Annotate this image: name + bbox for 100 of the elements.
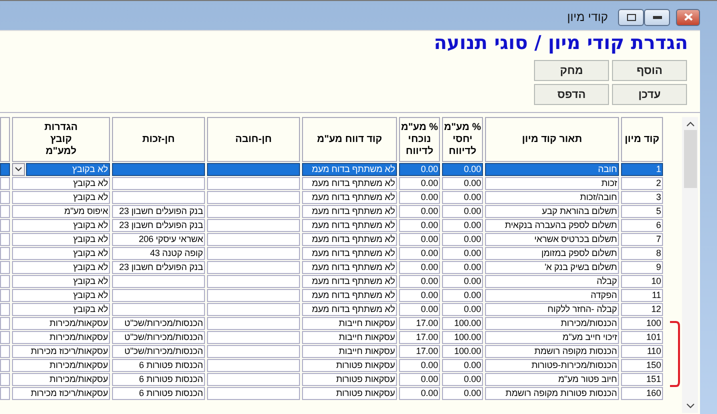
- table-cell[interactable]: [0, 233, 10, 246]
- table-cell[interactable]: לא משתתף בדוח מעמ: [302, 261, 397, 274]
- table-cell[interactable]: [207, 247, 300, 260]
- table-cell[interactable]: [0, 345, 10, 358]
- table-cell[interactable]: [207, 233, 300, 246]
- table-cell[interactable]: 0.00: [399, 177, 440, 190]
- scroll-down-icon[interactable]: [686, 403, 694, 409]
- table-cell[interactable]: [0, 261, 10, 274]
- table-cell[interactable]: 0.00: [442, 261, 483, 274]
- table-cell[interactable]: [112, 275, 205, 288]
- table-cell[interactable]: הכנסות פטורות 6: [112, 387, 205, 400]
- table-cell[interactable]: [207, 373, 300, 386]
- table-cell[interactable]: בנק הפועלים חשבון 23: [112, 205, 205, 218]
- table-cell[interactable]: 11: [621, 289, 663, 302]
- table-cell[interactable]: תשלום לספק בהעברה בנקאית: [485, 219, 619, 232]
- table-cell[interactable]: לא בקובץ: [12, 303, 110, 316]
- table-cell[interactable]: [207, 289, 300, 302]
- table-cell[interactable]: לא בקובץ: [12, 247, 110, 260]
- table-cell[interactable]: הפקדה: [485, 289, 619, 302]
- table-cell[interactable]: [207, 331, 300, 344]
- table-cell[interactable]: לא בקובץ: [12, 289, 110, 302]
- dropdown-field[interactable]: לא בקובץ: [26, 163, 110, 176]
- table-cell[interactable]: הכנסות/מכירות: [485, 317, 619, 330]
- table-cell[interactable]: עסקאות/ריכוז מכירות: [12, 345, 110, 358]
- table-cell[interactable]: חובה: [485, 163, 619, 176]
- table-cell[interactable]: 110: [621, 345, 663, 358]
- table-cell[interactable]: 9: [621, 261, 663, 274]
- table-cell[interactable]: 0.00: [399, 303, 440, 316]
- table-cell[interactable]: 0.00: [399, 359, 440, 372]
- table-cell[interactable]: 150: [621, 359, 663, 372]
- table-cell[interactable]: הכנסות פטורות 6: [112, 373, 205, 386]
- table-cell[interactable]: לא משתתף בדוח מעמ: [302, 275, 397, 288]
- column-header[interactable]: תאור קוד מיון: [485, 117, 619, 162]
- table-cell[interactable]: 0.00: [399, 191, 440, 204]
- scrollbar-thumb[interactable]: [684, 130, 696, 188]
- table-cell[interactable]: 0.00: [399, 205, 440, 218]
- table-cell[interactable]: 0.00: [442, 373, 483, 386]
- table-cell[interactable]: [207, 345, 300, 358]
- table-cell[interactable]: לא משתתף בדוח מעמ: [302, 205, 397, 218]
- table-cell[interactable]: לא משתתף בדוח מעמ: [302, 163, 397, 176]
- table-cell[interactable]: [112, 191, 205, 204]
- table-cell[interactable]: עסקאות/מכירות: [12, 317, 110, 330]
- table-cell[interactable]: לא משתתף בדוח מעמ: [302, 177, 397, 190]
- table-cell[interactable]: 12: [621, 303, 663, 316]
- column-header[interactable]: חן-חובה: [207, 117, 300, 162]
- close-button[interactable]: [676, 8, 700, 26]
- table-cell[interactable]: 160: [621, 387, 663, 400]
- table-cell[interactable]: [112, 289, 205, 302]
- table-cell[interactable]: הכנסות/מכירות/שכ"ט: [112, 331, 205, 344]
- table-cell[interactable]: תשלום בהוראת קבע: [485, 205, 619, 218]
- table-cell[interactable]: 0.00: [442, 303, 483, 316]
- table-cell[interactable]: [112, 303, 205, 316]
- table-cell[interactable]: 3: [621, 191, 663, 204]
- table-cell[interactable]: לא משתתף בדוח מעמ: [302, 233, 397, 246]
- table-cell[interactable]: 0.00: [442, 275, 483, 288]
- table-cell[interactable]: חיוב פטור מע"מ: [485, 373, 619, 386]
- table-cell[interactable]: 0.00: [399, 373, 440, 386]
- table-cell[interactable]: עסקאות פטורות: [302, 373, 397, 386]
- table-cell[interactable]: [207, 275, 300, 288]
- table-cell[interactable]: 0.00: [399, 261, 440, 274]
- column-header[interactable]: % מע"מ יחסי לדיווח: [442, 117, 483, 162]
- table-cell[interactable]: לא משתתף בדוח מעמ: [302, 191, 397, 204]
- table-cell[interactable]: 17.00: [399, 345, 440, 358]
- table-cell[interactable]: עסקאות פטורות: [302, 387, 397, 400]
- table-cell[interactable]: [112, 177, 205, 190]
- table-cell[interactable]: [0, 317, 10, 330]
- maximize-button[interactable]: [618, 8, 644, 26]
- table-cell[interactable]: [207, 303, 300, 316]
- table-cell[interactable]: לא בקובץ: [12, 191, 110, 204]
- table-cell[interactable]: 0.00: [442, 205, 483, 218]
- table-cell[interactable]: אשראי עיסקי 206: [112, 233, 205, 246]
- table-cell[interactable]: [0, 219, 10, 232]
- minimize-button[interactable]: [644, 8, 670, 26]
- table-cell[interactable]: 0.00: [442, 177, 483, 190]
- dropdown-button[interactable]: [12, 163, 25, 176]
- table-cell[interactable]: 1: [621, 163, 663, 176]
- table-cell[interactable]: 2: [621, 177, 663, 190]
- table-cell[interactable]: לא משתתף בדוח מעמ: [302, 303, 397, 316]
- table-cell[interactable]: [0, 373, 10, 386]
- action-button[interactable]: הוסף: [612, 60, 687, 81]
- table-cell[interactable]: 100: [621, 317, 663, 330]
- table-cell[interactable]: תשלום בכרטיס אשראי: [485, 233, 619, 246]
- table-cell[interactable]: חובה/זכות: [485, 191, 619, 204]
- table-cell[interactable]: קבלה: [485, 275, 619, 288]
- table-cell[interactable]: לא בקובץ: [12, 275, 110, 288]
- table-cell[interactable]: [0, 191, 10, 204]
- table-cell[interactable]: [112, 163, 205, 176]
- vertical-scrollbar[interactable]: [682, 117, 698, 413]
- table-cell[interactable]: קופה קטנה 43: [112, 247, 205, 260]
- table-cell[interactable]: [0, 387, 10, 400]
- table-cell[interactable]: לא בקובץ: [12, 261, 110, 274]
- table-cell[interactable]: [207, 177, 300, 190]
- table-cell[interactable]: בנק הפועלים חשבון 23: [112, 261, 205, 274]
- table-cell[interactable]: עסקאות/מכירות: [12, 331, 110, 344]
- table-cell[interactable]: 5: [621, 205, 663, 218]
- table-cell[interactable]: 17.00: [399, 331, 440, 344]
- table-cell[interactable]: בנק הפועלים חשבון 23: [112, 219, 205, 232]
- table-cell[interactable]: הכנסות/מכירות/שכ"ט: [112, 317, 205, 330]
- table-cell[interactable]: זכות: [485, 177, 619, 190]
- table-cell[interactable]: 0.00: [442, 233, 483, 246]
